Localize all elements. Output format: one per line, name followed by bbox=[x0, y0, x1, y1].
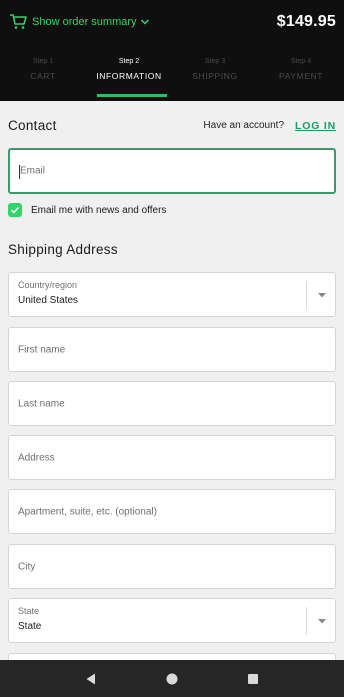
step-number: Step 3 bbox=[204, 58, 226, 65]
step-cart[interactable]: Step 1 CART bbox=[0, 56, 86, 101]
zip-field-partial[interactable] bbox=[8, 653, 336, 660]
state-select[interactable]: State State bbox=[8, 598, 336, 643]
system-nav-bar bbox=[0, 660, 344, 697]
step-label: SHIPPING bbox=[192, 71, 238, 81]
apartment-placeholder: Apartment, suite, etc. (optional) bbox=[18, 506, 157, 517]
checkmark-icon bbox=[10, 206, 20, 214]
select-divider bbox=[306, 281, 307, 309]
last-name-placeholder: Last name bbox=[18, 398, 65, 409]
step-number: Step 4 bbox=[290, 58, 312, 65]
home-icon[interactable] bbox=[162, 669, 182, 689]
back-icon[interactable] bbox=[81, 669, 101, 689]
state-label: State bbox=[18, 606, 40, 616]
apartment-field[interactable]: Apartment, suite, etc. (optional) bbox=[8, 489, 336, 534]
city-placeholder: City bbox=[18, 561, 36, 572]
text-caret bbox=[19, 165, 20, 179]
dropdown-arrow-icon bbox=[317, 617, 327, 625]
step-label: PAYMENT bbox=[278, 71, 324, 81]
checkout-steps: Step 1 CART Step 2 INFORMATION Step 3 SH… bbox=[0, 56, 344, 101]
step-shipping[interactable]: Step 3 SHIPPING bbox=[172, 56, 258, 101]
active-step-indicator bbox=[97, 94, 167, 97]
show-order-summary-toggle[interactable]: Show order summary bbox=[8, 12, 150, 32]
last-name-field[interactable]: Last name bbox=[8, 381, 336, 426]
order-summary-row: Show order summary $149.95 bbox=[0, 0, 344, 44]
step-payment[interactable]: Step 4 PAYMENT bbox=[258, 56, 344, 101]
contact-title: Contact bbox=[8, 118, 57, 133]
newsletter-label: Email me with news and offers bbox=[31, 204, 167, 216]
first-name-placeholder: First name bbox=[18, 344, 66, 355]
email-field[interactable]: Email bbox=[8, 148, 336, 194]
address-placeholder: Address bbox=[18, 452, 55, 463]
recents-icon[interactable] bbox=[243, 669, 263, 689]
chevron-down-icon bbox=[140, 17, 150, 27]
dropdown-arrow-icon bbox=[317, 291, 327, 299]
step-number: Step 2 bbox=[118, 58, 140, 65]
country-label: Country/region bbox=[18, 280, 78, 290]
step-information[interactable]: Step 2 INFORMATION bbox=[86, 56, 172, 101]
login-link[interactable]: LOG IN bbox=[295, 120, 336, 132]
show-order-summary-label: Show order summary bbox=[32, 16, 137, 28]
address-field[interactable]: Address bbox=[8, 435, 336, 480]
contact-header: Contact Have an account? LOG IN bbox=[8, 118, 336, 133]
step-number: Step 1 bbox=[32, 58, 54, 65]
state-value: State bbox=[18, 621, 42, 632]
order-total: $149.95 bbox=[276, 13, 336, 30]
cart-icon bbox=[8, 12, 28, 32]
country-select[interactable]: Country/region United States bbox=[8, 272, 336, 317]
newsletter-checkbox[interactable] bbox=[8, 203, 22, 217]
city-field[interactable]: City bbox=[8, 544, 336, 589]
step-label: CART bbox=[30, 71, 56, 81]
select-divider bbox=[306, 607, 307, 635]
step-label: INFORMATION bbox=[96, 71, 162, 81]
newsletter-option[interactable]: Email me with news and offers bbox=[8, 203, 166, 217]
first-name-field[interactable]: First name bbox=[8, 327, 336, 372]
email-placeholder: Email bbox=[20, 165, 46, 177]
have-account-text: Have an account? bbox=[203, 120, 285, 131]
country-value: United States bbox=[18, 295, 79, 306]
checkout-header: Show order summary $149.95 Step 1 CART S… bbox=[0, 0, 344, 101]
shipping-address-title: Shipping Address bbox=[8, 242, 118, 257]
